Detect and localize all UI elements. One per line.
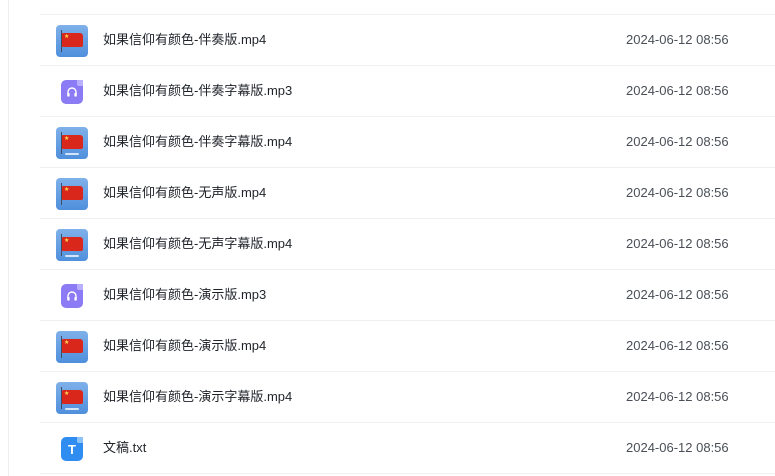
audio-file-icon	[56, 76, 88, 108]
file-row[interactable]: 如果信仰有颜色-演示版.mp3 2024-06-12 08:56	[40, 270, 775, 321]
file-date: 2024-06-12 08:56	[626, 440, 729, 455]
file-row[interactable]: T 文稿.txt 2024-06-12 08:56	[40, 423, 775, 474]
video-thumbnail-icon: ★	[56, 127, 88, 159]
file-row[interactable]: ★ 如果信仰有颜色-演示字幕版.mp4 2024-06-12 08:56	[40, 372, 775, 423]
file-name: 如果信仰有颜色-无声字幕版.mp4	[103, 236, 293, 251]
file-date: 2024-06-12 08:56	[626, 134, 729, 149]
file-row[interactable]: ★ 如果信仰有颜色-演示版.mp4 2024-06-12 08:56	[40, 321, 775, 372]
text-file-icon: T	[56, 433, 88, 465]
audio-file-icon	[56, 280, 88, 312]
file-date: 2024-06-12 08:56	[626, 185, 729, 200]
file-name: 如果信仰有颜色-演示版.mp3	[103, 287, 267, 302]
file-date: 2024-06-12 08:56	[626, 338, 729, 353]
panel-divider	[8, 0, 9, 476]
file-name: 如果信仰有颜色-演示字幕版.mp4	[103, 389, 293, 404]
file-row[interactable]: ★ 如果信仰有颜色-伴奏字幕版.mp4 2024-06-12 08:56	[40, 117, 775, 168]
file-row[interactable]: 如果信仰有颜色-伴奏字幕版.mp3 2024-06-12 08:56	[40, 66, 775, 117]
file-list: ★ 如果信仰有颜色-伴奏版.mp4 2024-06-12 08:56 如果信仰有…	[40, 14, 775, 474]
file-row[interactable]: ★ 如果信仰有颜色-无声字幕版.mp4 2024-06-12 08:56	[40, 219, 775, 270]
file-row[interactable]: ★ 如果信仰有颜色-无声版.mp4 2024-06-12 08:56	[40, 168, 775, 219]
file-name: 如果信仰有颜色-伴奏字幕版.mp3	[103, 83, 293, 98]
file-row[interactable]: ★ 如果信仰有颜色-伴奏版.mp4 2024-06-12 08:56	[40, 15, 775, 66]
file-date: 2024-06-12 08:56	[626, 83, 729, 98]
file-date: 2024-06-12 08:56	[626, 287, 729, 302]
file-name: 文稿.txt	[103, 440, 147, 455]
file-name: 如果信仰有颜色-演示版.mp4	[103, 338, 267, 353]
video-thumbnail-icon: ★	[56, 331, 88, 363]
file-name: 如果信仰有颜色-伴奏字幕版.mp4	[103, 134, 293, 149]
file-date: 2024-06-12 08:56	[626, 389, 729, 404]
file-name: 如果信仰有颜色-伴奏版.mp4	[103, 32, 267, 47]
file-date: 2024-06-12 08:56	[626, 32, 729, 47]
video-thumbnail-icon: ★	[56, 382, 88, 414]
video-thumbnail-icon: ★	[56, 178, 88, 210]
file-date: 2024-06-12 08:56	[626, 236, 729, 251]
video-thumbnail-icon: ★	[56, 25, 88, 57]
file-name: 如果信仰有颜色-无声版.mp4	[103, 185, 267, 200]
video-thumbnail-icon: ★	[56, 229, 88, 261]
